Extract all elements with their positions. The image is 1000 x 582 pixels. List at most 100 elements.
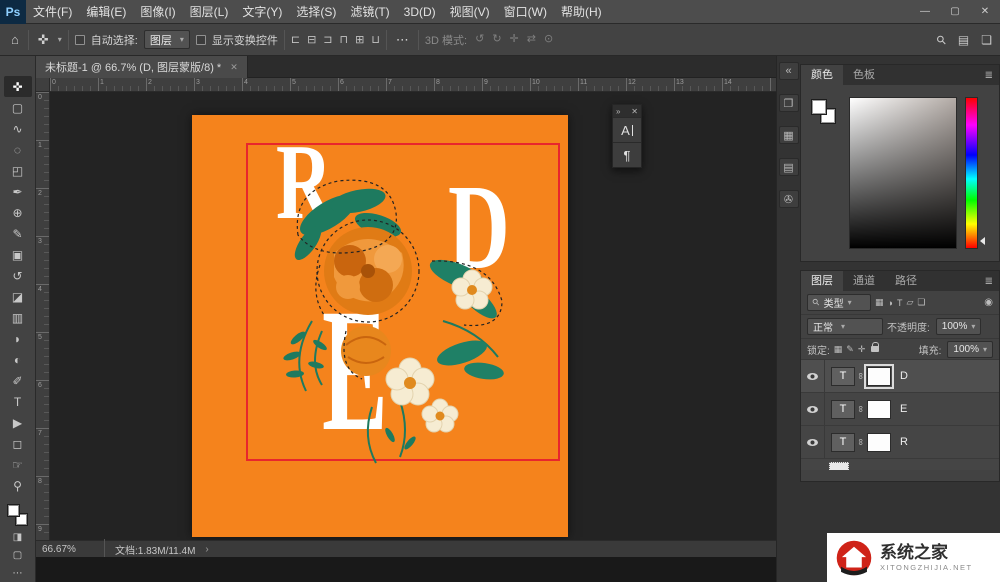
filter-smart-object-icon[interactable]: ❏ [917, 297, 925, 308]
pen-tool[interactable]: ✐ [4, 370, 32, 391]
layer-name[interactable]: D [900, 370, 908, 382]
ruler-origin-corner[interactable] [36, 78, 50, 92]
quick-mask-button[interactable]: ◨ [4, 528, 32, 546]
show-transform-checkbox[interactable] [195, 34, 206, 45]
tab-paths[interactable]: 路径 [885, 271, 927, 291]
lock-transparency-icon[interactable]: ▦ [834, 344, 843, 355]
zoom-level-field[interactable]: 66.67% [42, 544, 94, 555]
gradient-tool[interactable]: ▥ [4, 307, 32, 328]
menu-edit[interactable]: 编辑(E) [79, 0, 133, 24]
3d-roll-icon[interactable]: ↻ [492, 32, 501, 48]
crop-tool[interactable]: ◰ [4, 160, 32, 181]
mask-link-icon[interactable]: ∞ [856, 370, 866, 382]
hand-tool[interactable]: ☞ [4, 454, 32, 475]
align-middle-button[interactable]: ⊞ [355, 33, 364, 46]
history-panel-icon[interactable]: ❐ [778, 94, 799, 112]
artwork-canvas[interactable]: R D E [192, 115, 568, 537]
auto-select-checkbox[interactable] [74, 34, 85, 45]
filter-toggle-icon[interactable]: ◉ [984, 297, 993, 308]
blend-mode-dropdown[interactable]: 正常 ▾ [807, 318, 883, 335]
device-preview-panel-icon[interactable]: ▦ [778, 126, 799, 144]
status-chevron-icon[interactable]: › [205, 544, 208, 555]
color-swatch-pair[interactable] [811, 99, 841, 129]
3d-drag-icon[interactable]: ✛ [510, 32, 519, 48]
tab-layers[interactable]: 图层 [801, 271, 843, 291]
minimize-button[interactable]: — [910, 0, 940, 23]
align-bottom-button[interactable]: ⊔ [371, 33, 380, 46]
canvas-viewport[interactable]: R D E [50, 92, 776, 540]
screen-mode-button[interactable]: ▢ [4, 546, 32, 564]
collapse-panel-icon[interactable]: » [616, 107, 620, 116]
menu-layer[interactable]: 图层(L) [183, 0, 236, 24]
type-tool[interactable]: T [4, 391, 32, 412]
rectangular-marquee-tool[interactable]: ▢ [4, 97, 32, 118]
layer-filter-dropdown[interactable]: ⚲ 类型 ▾ [807, 294, 871, 311]
align-right-button[interactable]: ⊐ [323, 33, 332, 46]
menu-type[interactable]: 文字(Y) [235, 0, 289, 24]
menu-help[interactable]: 帮助(H) [554, 0, 609, 24]
layer-mask-thumbnail[interactable] [867, 432, 891, 452]
lock-pixels-icon[interactable]: ✎ [846, 344, 854, 355]
menu-select[interactable]: 选择(S) [289, 0, 343, 24]
paragraph-panel-button[interactable]: ¶ [613, 142, 641, 167]
tool-preset-caret-icon[interactable]: ▾ [58, 35, 62, 44]
history-brush-tool[interactable]: ↺ [4, 265, 32, 286]
mask-link-icon[interactable]: ∞ [856, 436, 866, 448]
menu-filter[interactable]: 滤镜(T) [343, 0, 396, 24]
menu-image[interactable]: 图像(I) [133, 0, 182, 24]
hue-slider-marker[interactable] [980, 237, 985, 245]
vertical-ruler[interactable]: 0 1 2 3 4 5 6 7 8 9 [36, 92, 50, 540]
menu-window[interactable]: 窗口(W) [497, 0, 554, 24]
arrange-documents-icon[interactable]: ❏ [981, 33, 992, 47]
3d-slide-icon[interactable]: ⇄ [527, 32, 536, 48]
menu-view[interactable]: 视图(V) [443, 0, 497, 24]
layer-name[interactable]: R [900, 436, 908, 448]
home-icon[interactable]: ⌂ [8, 32, 22, 47]
character-panel-button[interactable]: A [613, 117, 641, 142]
layer-row-r[interactable]: T ∞ R [801, 426, 999, 459]
tab-close-icon[interactable]: ✕ [230, 62, 238, 73]
filter-type-icon[interactable]: T [897, 298, 903, 308]
search-icon[interactable]: ⚲ [933, 31, 949, 47]
foreground-color-swatch[interactable] [6, 504, 20, 517]
text-layer-thumbnail[interactable]: T [831, 432, 855, 452]
move-tool-preset-icon[interactable]: ✜ [35, 32, 52, 48]
auto-select-dropdown[interactable]: 图层 ▾ [143, 30, 190, 49]
panel-menu-icon[interactable]: ≣ [979, 276, 999, 287]
filter-shape-icon[interactable]: ▱ [906, 297, 913, 308]
layer-row-d[interactable]: T ∞ D [801, 360, 999, 393]
layer-name[interactable]: E [900, 403, 907, 415]
libraries-panel-icon[interactable]: ▤ [778, 158, 799, 176]
text-layer-thumbnail[interactable]: T [831, 399, 855, 419]
3d-rotate-icon[interactable]: ↺ [475, 32, 484, 48]
mask-link-icon[interactable]: ∞ [856, 403, 866, 415]
align-center-button[interactable]: ⊟ [307, 33, 316, 46]
layer-row-partial[interactable] [801, 459, 999, 470]
expand-panels-icon[interactable]: « [778, 62, 799, 80]
layer-mask-thumbnail[interactable] [864, 363, 894, 389]
fill-dropdown[interactable]: 100% ▾ [947, 340, 993, 358]
hue-slider[interactable] [965, 97, 978, 249]
foreground-background-swatches[interactable] [6, 504, 29, 528]
visibility-toggle[interactable] [801, 426, 825, 458]
clone-stamp-tool[interactable]: ▣ [4, 244, 32, 265]
panel-menu-icon[interactable]: ≣ [979, 70, 999, 81]
eraser-tool[interactable]: ◪ [4, 286, 32, 307]
eyedropper-tool[interactable]: ✒ [4, 181, 32, 202]
zoom-tool[interactable]: ⚲ [4, 475, 32, 496]
filter-pixel-icon[interactable]: ▦ [875, 297, 884, 308]
horizontal-ruler[interactable]: 0 1 2 3 4 5 6 7 8 9 10 11 12 13 14 [50, 78, 776, 92]
lock-position-icon[interactable]: ✛ [858, 344, 866, 355]
lock-all-icon[interactable] [871, 342, 880, 352]
menu-file[interactable]: 文件(F) [26, 0, 79, 24]
workspace-switcher-icon[interactable]: ▤ [958, 33, 969, 47]
layer-mask-thumbnail[interactable] [867, 399, 891, 419]
dodge-tool[interactable]: ◐ [4, 349, 32, 370]
toolbar-more-icon[interactable]: ⋯ [4, 564, 32, 582]
document-tab[interactable]: 未标题-1 @ 66.7% (D, 图层蒙版/8) * ✕ [36, 56, 248, 78]
maximize-button[interactable]: ▢ [940, 0, 970, 23]
align-left-button[interactable]: ⊏ [291, 33, 300, 46]
tab-swatches[interactable]: 色板 [843, 65, 885, 85]
3d-scale-icon[interactable]: ⊙ [544, 32, 553, 48]
tab-channels[interactable]: 通道 [843, 271, 885, 291]
